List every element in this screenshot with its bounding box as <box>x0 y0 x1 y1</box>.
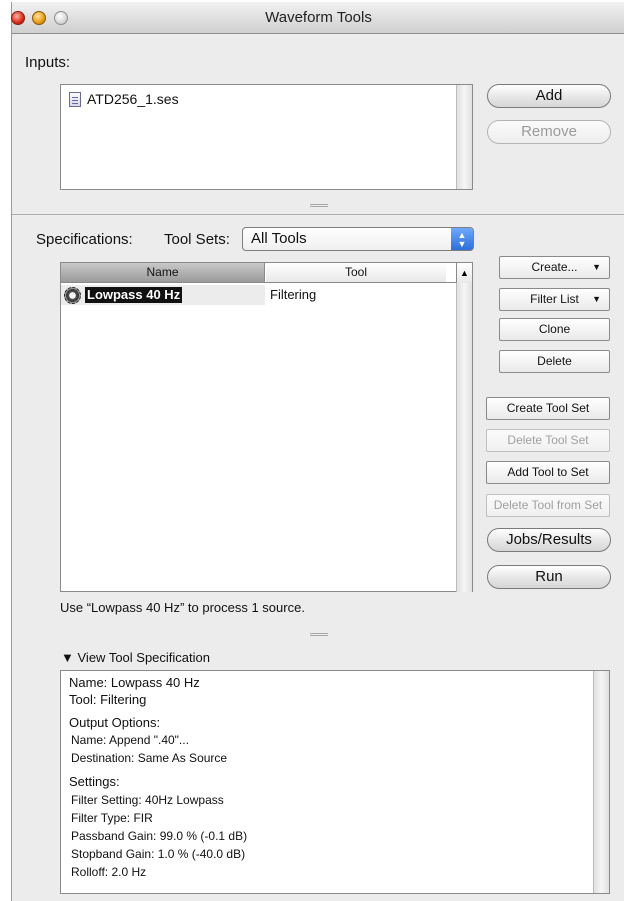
row-name: Lowpass 40 Hz <box>85 287 183 303</box>
column-header-tool[interactable]: Tool <box>266 263 446 282</box>
input-file-item[interactable]: ATD256_1.ses <box>69 91 179 107</box>
table-scrollbar[interactable] <box>456 283 472 592</box>
input-file-name: ATD256_1.ses <box>87 91 179 107</box>
spec-line: Name: Lowpass 40 Hz <box>69 675 200 690</box>
create-menu-button[interactable]: Create... ▼ <box>499 256 610 279</box>
inputs-label: Inputs: <box>25 54 71 71</box>
spec-line: Tool: Filtering <box>69 692 147 707</box>
title-bar[interactable]: Waveform Tools <box>11 2 624 34</box>
spec-line: Filter Setting: 40Hz Lowpass <box>71 793 224 807</box>
spec-line: Stopband Gain: 1.0 % (-40.0 dB) <box>71 847 246 861</box>
section-divider <box>12 214 624 215</box>
view-tool-specification-toggle[interactable]: ▼ View Tool Specification <box>61 650 210 665</box>
inputs-splitter[interactable] <box>12 200 624 214</box>
inputs-list[interactable]: ATD256_1.ses <box>60 84 473 190</box>
specifications-table[interactable]: Name Tool ▲ Lowpass 40 Hz Filtering <box>60 262 473 592</box>
jobs-results-button[interactable]: Jobs/Results <box>487 528 611 552</box>
table-header: Name Tool <box>61 263 457 283</box>
spec-splitter[interactable] <box>12 629 624 643</box>
tool-sets-popup[interactable]: All Tools ▲ ▼ <box>242 227 474 251</box>
column-header-name[interactable]: Name <box>61 263 265 282</box>
delete-button[interactable]: Delete <box>499 350 610 373</box>
document-icon <box>69 91 81 107</box>
table-row[interactable]: Lowpass 40 Hz Filtering <box>61 285 457 305</box>
disclosure-triangle-icon: ▼ <box>61 650 74 665</box>
table-cell-name: Lowpass 40 Hz <box>61 285 265 305</box>
dropdown-arrow-icon: ▼ <box>592 294 601 304</box>
run-button[interactable]: Run <box>487 565 611 589</box>
add-tool-to-set-button[interactable]: Add Tool to Set <box>486 461 610 484</box>
tool-sets-label: Tool Sets: <box>164 231 230 248</box>
tool-specification-box: Name: Lowpass 40 Hz Tool: Filtering Outp… <box>60 670 610 894</box>
specifications-label: Specifications: <box>36 231 133 248</box>
filter-list-label: Filter List <box>530 292 579 306</box>
dropdown-arrow-icon: ▼ <box>592 262 601 272</box>
view-tool-specification-label: View Tool Specification <box>77 650 211 665</box>
updown-arrows-icon: ▲ ▼ <box>451 228 473 250</box>
add-button[interactable]: Add <box>487 84 611 108</box>
gear-icon <box>64 286 81 304</box>
delete-tool-set-button[interactable]: Delete Tool Set <box>486 429 610 452</box>
delete-tool-from-set-button[interactable]: Delete Tool from Set <box>486 494 610 517</box>
splitter-grip <box>309 633 328 636</box>
filter-list-menu-button[interactable]: Filter List ▼ <box>499 288 610 311</box>
inputs-scrollbar[interactable] <box>456 85 472 189</box>
waveform-tools-window: Waveform Tools Inputs: ATD256_1.ses Add … <box>11 2 624 901</box>
remove-button[interactable]: Remove <box>487 120 611 144</box>
create-label: Create... <box>531 260 578 274</box>
spec-line: Rolloff: 2.0 Hz <box>71 865 147 879</box>
spec-line: Destination: Same As Source <box>71 751 228 765</box>
status-text: Use “Lowpass 40 Hz” to process 1 source. <box>60 600 305 615</box>
spec-scrollbar[interactable] <box>593 671 609 893</box>
spec-line: Settings: <box>69 774 120 789</box>
splitter-grip <box>309 204 328 207</box>
window-title: Waveform Tools <box>265 9 372 26</box>
spec-line: Filter Type: FIR <box>71 811 153 825</box>
clone-button[interactable]: Clone <box>499 318 610 341</box>
spec-line: Name: Append ".40"... <box>71 733 189 747</box>
row-tool: Filtering <box>270 287 317 302</box>
spec-line: Passband Gain: 99.0 % (-0.1 dB) <box>71 829 248 843</box>
create-tool-set-button[interactable]: Create Tool Set <box>486 397 610 420</box>
sort-corner-icon[interactable]: ▲ <box>456 263 472 283</box>
spec-line: Output Options: <box>69 715 161 730</box>
tool-sets-value: All Tools <box>251 230 307 247</box>
